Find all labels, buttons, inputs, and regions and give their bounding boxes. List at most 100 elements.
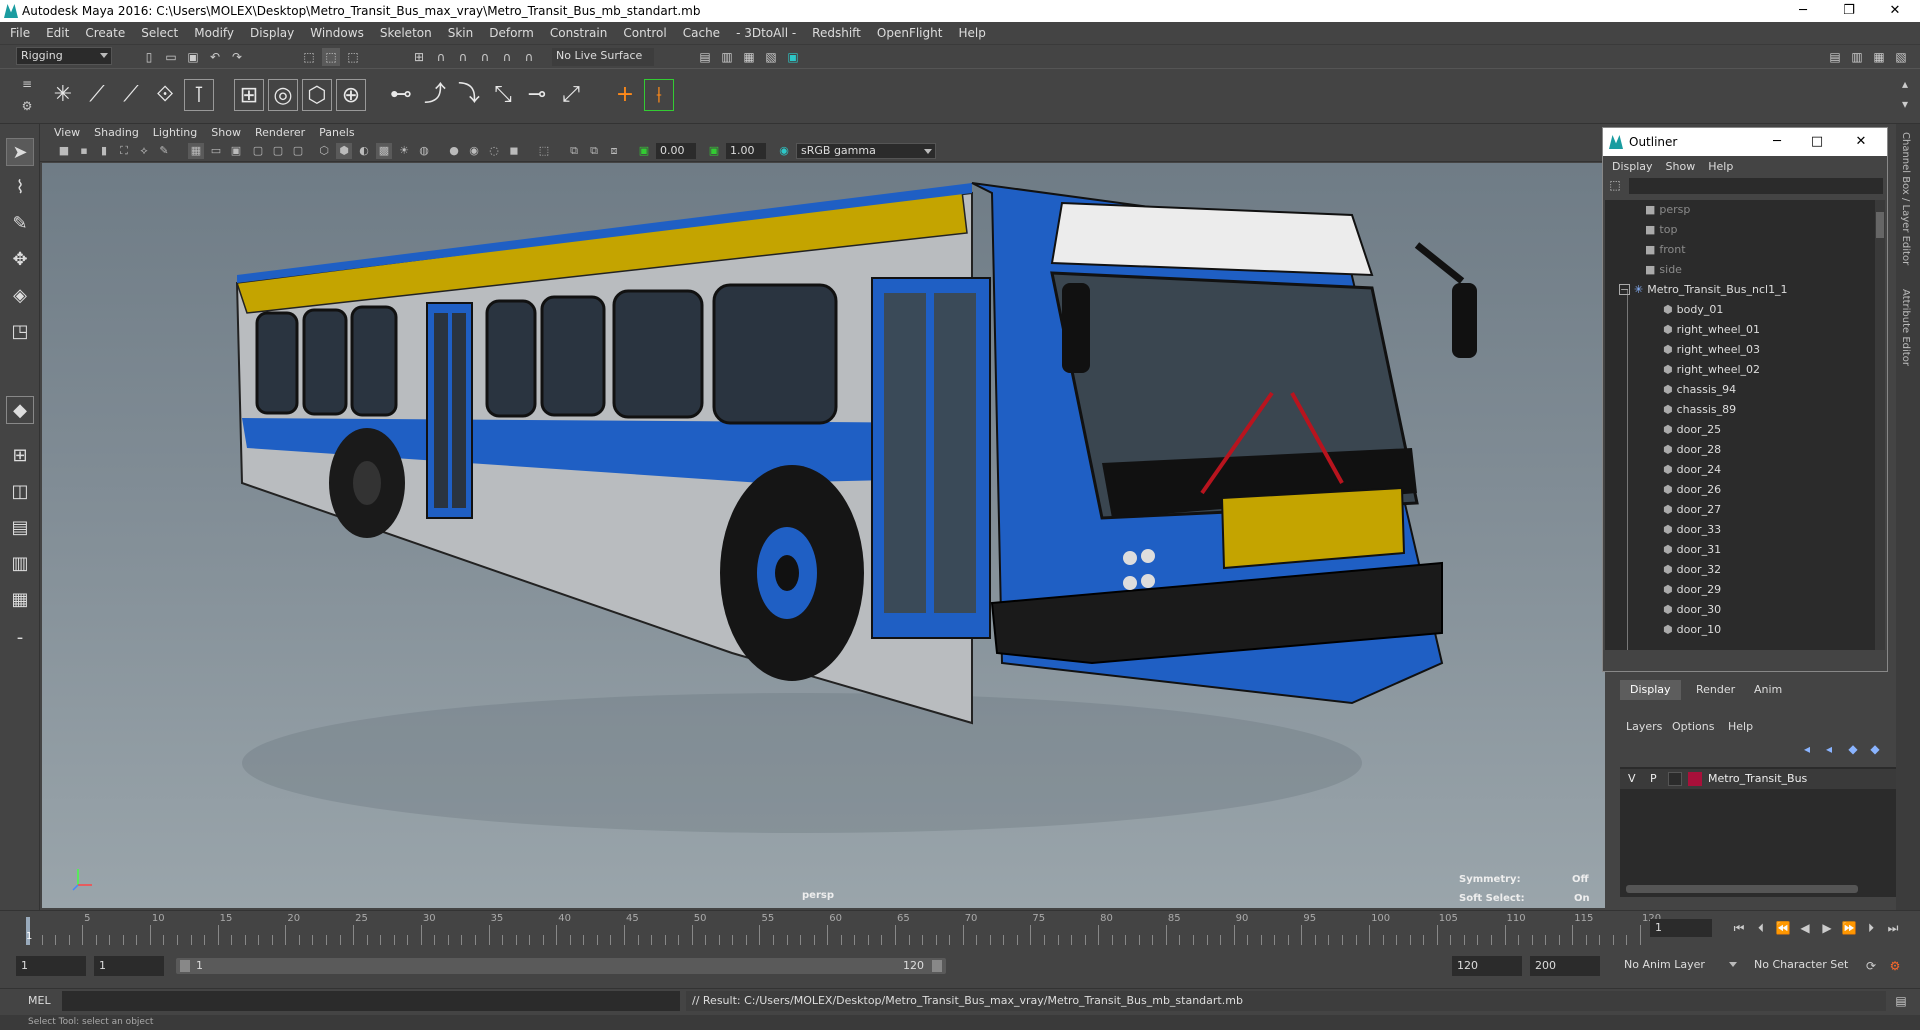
workspace-icon[interactable]: ▤ xyxy=(1826,48,1844,66)
view-transform-dropdown[interactable]: sRGB gamma xyxy=(796,143,936,159)
pole-vector-icon[interactable]: ⤢ xyxy=(556,79,586,111)
film-gate-icon[interactable]: ▭ xyxy=(208,143,224,159)
outliner-item[interactable]: ⬢ body_01 xyxy=(1663,300,1723,320)
snap-point-icon[interactable]: ∩ xyxy=(454,48,472,66)
menu-skeleton[interactable]: Skeleton xyxy=(380,26,432,40)
orient-constraint-icon[interactable]: ⤵ xyxy=(454,79,484,111)
outliner-item[interactable]: ⬢ door_24 xyxy=(1663,460,1721,480)
snap-curve-icon[interactable]: ∩ xyxy=(432,48,450,66)
outliner-menu-display[interactable]: Display xyxy=(1612,160,1653,173)
lattice-icon[interactable]: ⬡ xyxy=(302,79,332,111)
snap-grid-icon[interactable]: ⊞ xyxy=(410,48,428,66)
command-input[interactable] xyxy=(62,991,680,1011)
minimize-button[interactable]: ─ xyxy=(1780,0,1826,22)
range-slider[interactable]: 1 120 xyxy=(176,958,946,974)
make-live-icon[interactable]: ∩ xyxy=(520,48,538,66)
outliner-item[interactable]: ⬢ door_28 xyxy=(1663,440,1721,460)
outliner-item[interactable]: ⬢ door_27 xyxy=(1663,500,1721,520)
outliner-item[interactable]: ⬢ door_29 xyxy=(1663,580,1721,600)
shelf-scroll-up-icon[interactable]: ▴ xyxy=(1896,75,1914,93)
exposure-icon[interactable]: ▣ xyxy=(636,143,652,159)
outliner-item[interactable]: ⬢ door_26 xyxy=(1663,480,1721,500)
script-editor-icon[interactable]: ▤ xyxy=(1892,992,1910,1010)
camera-select-icon[interactable]: ■ xyxy=(56,143,72,159)
menu-deform[interactable]: Deform xyxy=(489,26,534,40)
wireframe-icon[interactable]: ⬡ xyxy=(316,143,332,159)
menu-windows[interactable]: Windows xyxy=(310,26,364,40)
select-component-icon[interactable]: ⬚ xyxy=(344,48,362,66)
resolution-gate-icon[interactable]: ▣ xyxy=(228,143,244,159)
smooth-shade-icon[interactable]: ⬢ xyxy=(336,143,352,159)
layer-row[interactable]: V P Metro_Transit_Bus xyxy=(1620,769,1896,789)
persp-outliner-icon[interactable]: ▤ xyxy=(6,514,34,542)
outliner-menu-show[interactable]: Show xyxy=(1666,160,1696,173)
layer-color-swatch[interactable] xyxy=(1688,772,1702,786)
locator-icon[interactable]: + xyxy=(610,79,640,111)
outliner-item-top[interactable]: ■ top xyxy=(1645,220,1677,240)
scrollbar-thumb[interactable] xyxy=(1876,212,1884,238)
viewport-menu-lighting[interactable]: Lighting xyxy=(153,126,197,139)
outliner-item[interactable]: ⬢ door_33 xyxy=(1663,520,1721,540)
shadows-icon[interactable]: ◍ xyxy=(416,143,432,159)
viewport-menu-shading[interactable]: Shading xyxy=(94,126,139,139)
layer-list[interactable]: V P Metro_Transit_Bus xyxy=(1620,767,1896,897)
viewport-persp[interactable]: persp Symmetry: Off Soft Select: On xyxy=(42,163,1605,908)
isolate-select-icon[interactable]: ⬚ xyxy=(536,143,552,159)
render-frame-icon[interactable]: ▥ xyxy=(718,48,736,66)
layer-menu-help[interactable]: Help xyxy=(1728,720,1753,733)
command-language-label[interactable]: MEL xyxy=(28,994,51,1007)
ik-spline-icon[interactable]: ⟋ xyxy=(116,79,146,111)
play-backwards-icon[interactable]: ◀ xyxy=(1796,919,1814,937)
menu-file[interactable]: File xyxy=(10,26,30,40)
render-settings-icon[interactable]: ▤ xyxy=(696,48,714,66)
range-start-handle[interactable] xyxy=(180,960,190,972)
screen-space-ao-icon[interactable]: ● xyxy=(446,143,462,159)
snap-view-icon[interactable]: ∩ xyxy=(476,48,494,66)
layer-menu-layers[interactable]: Layers xyxy=(1626,720,1662,733)
select-hierarchy-icon[interactable]: ⬚ xyxy=(300,48,318,66)
outliner-item[interactable]: ⬢ door_10 xyxy=(1663,620,1721,640)
outliner-item[interactable]: ⬢ door_25 xyxy=(1663,420,1721,440)
paint-weights-icon[interactable]: ◎ xyxy=(268,79,298,111)
character-set-dropdown[interactable]: No Character Set xyxy=(1750,957,1870,975)
outliner-item-side[interactable]: ■ side xyxy=(1645,260,1682,280)
xray-components-icon[interactable]: ⧈ xyxy=(606,143,622,159)
create-joint-icon[interactable]: ✳ xyxy=(48,79,78,111)
motion-blur-icon[interactable]: ◉ xyxy=(466,143,482,159)
new-layer-icon[interactable]: ◆ xyxy=(1844,740,1862,758)
select-object-icon[interactable]: ⬚ xyxy=(322,48,340,66)
play-forwards-icon[interactable]: ▶ xyxy=(1818,919,1836,937)
outliner-item[interactable]: ⬢ right_wheel_01 xyxy=(1663,320,1760,340)
maximize-button[interactable]: ❐ xyxy=(1826,0,1872,22)
viewport-menu-show[interactable]: Show xyxy=(211,126,241,139)
gamma-field[interactable]: 1.00 xyxy=(726,143,766,159)
move-layer-up-icon[interactable]: ◂ xyxy=(1798,740,1816,758)
layer-visibility-toggle[interactable]: V xyxy=(1628,772,1636,785)
step-back-frame-icon[interactable]: ⏴ xyxy=(1752,919,1770,937)
orient-joint-icon[interactable]: ⊺ xyxy=(184,79,214,111)
outliner-filter-icon[interactable]: ⬚ xyxy=(1607,177,1623,193)
anti-aliasing-icon[interactable]: ◌ xyxy=(486,143,502,159)
current-frame-field[interactable]: 1 xyxy=(1650,919,1712,937)
paint-select-tool-icon[interactable]: ✎ xyxy=(6,210,34,238)
channel-box-tab[interactable]: Channel Box / Layer Editor xyxy=(1900,132,1911,265)
layer-h-scrollbar[interactable] xyxy=(1626,885,1858,893)
menu-select[interactable]: Select xyxy=(141,26,178,40)
gate-mask-icon[interactable]: ▢ xyxy=(250,143,266,159)
step-forward-key-icon[interactable]: ⏩ xyxy=(1840,919,1858,937)
single-view-icon[interactable]: ◆ xyxy=(6,396,34,424)
menu-create[interactable]: Create xyxy=(85,26,125,40)
mirror-joint-icon[interactable]: ⟐ xyxy=(150,79,180,111)
viewport-menu-renderer[interactable]: Renderer xyxy=(255,126,305,139)
new-scene-icon[interactable]: ▯ xyxy=(140,48,158,66)
shelf-settings-icon[interactable]: ⚙ xyxy=(18,97,36,115)
shelf-scroll-down-icon[interactable]: ▾ xyxy=(1896,95,1914,113)
playback-end-field[interactable]: 120 xyxy=(1452,956,1522,976)
outliner-item[interactable]: ⬢ right_wheel_03 xyxy=(1663,340,1760,360)
bookmark-icon[interactable]: ▮ xyxy=(96,143,112,159)
hypershade-layout-icon[interactable]: ▦ xyxy=(6,586,34,614)
outliner-item[interactable]: ⬢ chassis_89 xyxy=(1663,400,1736,420)
move-tool-icon[interactable]: ✥ xyxy=(6,246,34,274)
menu-redshift[interactable]: Redshift xyxy=(812,26,861,40)
move-layer-down-icon[interactable]: ◂ xyxy=(1820,740,1838,758)
